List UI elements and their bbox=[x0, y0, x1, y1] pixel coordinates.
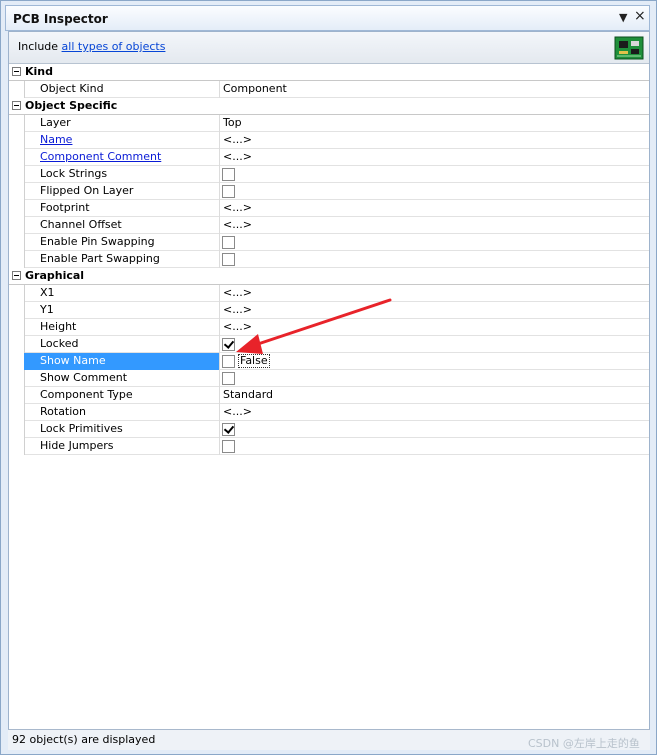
property-row-rotation[interactable]: Rotation <...> bbox=[9, 404, 649, 421]
category-label: Kind bbox=[25, 65, 53, 78]
filter-bar: Include all types of objects bbox=[9, 32, 649, 64]
title-bar: PCB Inspector ▼ × bbox=[5, 5, 650, 31]
property-value[interactable]: <...> bbox=[223, 303, 252, 316]
category-graphical: Graphical bbox=[9, 268, 649, 285]
property-row-component-type[interactable]: Component Type Standard bbox=[9, 387, 649, 404]
property-row-name[interactable]: Name <...> bbox=[9, 132, 649, 149]
property-name: Hide Jumpers bbox=[40, 439, 114, 452]
lock-strings-checkbox[interactable] bbox=[222, 168, 235, 181]
collapse-toggle-icon[interactable] bbox=[12, 101, 21, 110]
property-grid: Kind Object Kind Component Object Specif… bbox=[9, 64, 649, 455]
property-name: Enable Part Swapping bbox=[40, 252, 160, 265]
show-name-checkbox[interactable] bbox=[222, 355, 235, 368]
property-row-hide-jumpers[interactable]: Hide Jumpers bbox=[9, 438, 649, 455]
property-name-link[interactable]: Component Comment bbox=[40, 150, 161, 163]
property-row-show-name[interactable]: Show Name False bbox=[9, 353, 649, 370]
property-name: Lock Primitives bbox=[40, 422, 123, 435]
property-name: Lock Strings bbox=[40, 167, 108, 180]
window-title: PCB Inspector bbox=[13, 12, 108, 26]
property-value[interactable]: Standard bbox=[223, 388, 273, 401]
category-kind: Kind bbox=[9, 64, 649, 81]
property-name: Footprint bbox=[40, 201, 90, 214]
property-row-lock-primitives[interactable]: Lock Primitives bbox=[9, 421, 649, 438]
category-label: Graphical bbox=[25, 269, 85, 282]
property-row-enable-pin-swapping[interactable]: Enable Pin Swapping bbox=[9, 234, 649, 251]
property-name: Height bbox=[40, 320, 77, 333]
property-row-x1[interactable]: X1 <...> bbox=[9, 285, 649, 302]
property-row-footprint[interactable]: Footprint <...> bbox=[9, 200, 649, 217]
property-row-height[interactable]: Height <...> bbox=[9, 319, 649, 336]
property-name: Layer bbox=[40, 116, 71, 129]
property-value[interactable]: <...> bbox=[223, 218, 252, 231]
property-name: Rotation bbox=[40, 405, 87, 418]
object-type-filter-link[interactable]: all types of objects bbox=[62, 40, 166, 53]
property-value[interactable]: <...> bbox=[223, 201, 252, 214]
collapse-toggle-icon[interactable] bbox=[12, 67, 21, 76]
property-name: Show Name bbox=[40, 354, 106, 367]
property-row-component-comment[interactable]: Component Comment <...> bbox=[9, 149, 649, 166]
lock-primitives-checkbox[interactable] bbox=[222, 423, 235, 436]
dropdown-icon[interactable]: ▼ bbox=[619, 11, 627, 24]
property-value[interactable]: <...> bbox=[223, 286, 252, 299]
property-name: Object Kind bbox=[40, 82, 104, 95]
property-row-y1[interactable]: Y1 <...> bbox=[9, 302, 649, 319]
property-row-channel-offset[interactable]: Channel Offset <...> bbox=[9, 217, 649, 234]
property-name: Channel Offset bbox=[40, 218, 122, 231]
show-comment-checkbox[interactable] bbox=[222, 372, 235, 385]
close-icon[interactable]: × bbox=[634, 8, 646, 24]
pcb-inspector-window: PCB Inspector ▼ × Include all types of o… bbox=[0, 0, 657, 755]
category-object-specific: Object Specific bbox=[9, 98, 649, 115]
category-label: Object Specific bbox=[25, 99, 118, 112]
inspector-panel: Include all types of objects Kind Object… bbox=[8, 31, 650, 749]
property-name: Locked bbox=[40, 337, 79, 350]
property-name: Enable Pin Swapping bbox=[40, 235, 155, 248]
property-row-flipped-on-layer[interactable]: Flipped On Layer bbox=[9, 183, 649, 200]
filter-prefix: Include bbox=[18, 40, 59, 53]
property-row-locked[interactable]: Locked bbox=[9, 336, 649, 353]
property-row-enable-part-swapping[interactable]: Enable Part Swapping bbox=[9, 251, 649, 268]
enable-part-swapping-checkbox[interactable] bbox=[222, 253, 235, 266]
property-name: Component Type bbox=[40, 388, 133, 401]
collapse-toggle-icon[interactable] bbox=[12, 271, 21, 280]
property-value[interactable]: <...> bbox=[223, 320, 252, 333]
property-name: Flipped On Layer bbox=[40, 184, 134, 197]
pcb-board-icon[interactable] bbox=[614, 36, 644, 60]
status-text: 92 object(s) are displayed bbox=[12, 733, 156, 746]
property-value[interactable]: Component bbox=[223, 82, 287, 95]
flipped-on-layer-checkbox[interactable] bbox=[222, 185, 235, 198]
property-name: X1 bbox=[40, 286, 55, 299]
property-name: Show Comment bbox=[40, 371, 128, 384]
hide-jumpers-checkbox[interactable] bbox=[222, 440, 235, 453]
locked-checkbox[interactable] bbox=[222, 338, 235, 351]
property-value[interactable]: <...> bbox=[223, 150, 252, 163]
property-row-layer[interactable]: Layer Top bbox=[9, 115, 649, 132]
show-name-value-text: False bbox=[238, 354, 270, 368]
property-row-show-comment[interactable]: Show Comment bbox=[9, 370, 649, 387]
enable-pin-swapping-checkbox[interactable] bbox=[222, 236, 235, 249]
filter-text: Include all types of objects bbox=[18, 40, 165, 53]
property-name-link[interactable]: Name bbox=[40, 133, 72, 146]
property-row-object-kind[interactable]: Object Kind Component bbox=[9, 81, 649, 98]
property-row-lock-strings[interactable]: Lock Strings bbox=[9, 166, 649, 183]
property-value[interactable]: Top bbox=[223, 116, 242, 129]
watermark-text: CSDN @左岸上走的鱼 bbox=[528, 737, 640, 750]
property-name: Y1 bbox=[40, 303, 54, 316]
property-value[interactable]: <...> bbox=[223, 133, 252, 146]
property-value[interactable]: <...> bbox=[223, 405, 252, 418]
